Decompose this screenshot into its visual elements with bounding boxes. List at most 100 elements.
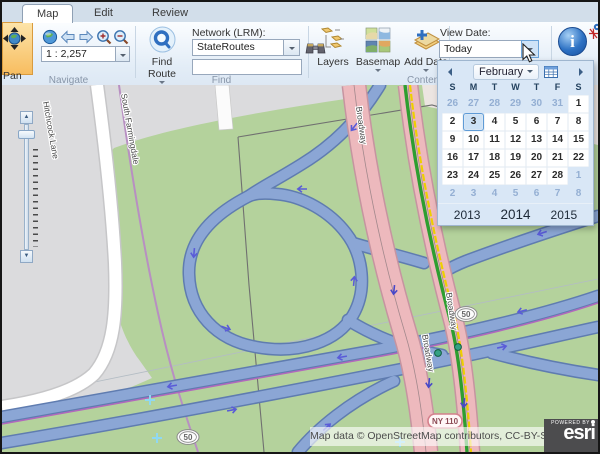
esri-logo: POWERED BY esri xyxy=(544,419,598,453)
calendar-day-cell[interactable]: 1 xyxy=(568,167,589,185)
calendar-day-cell[interactable]: 7 xyxy=(547,113,568,131)
calendar-day-cell[interactable]: 2 xyxy=(442,113,463,131)
calendar-day-cell[interactable]: 5 xyxy=(505,185,526,203)
map-attribution: Map data © OpenStreetMap contributors, C… xyxy=(310,427,544,446)
find-route-icon xyxy=(149,26,176,53)
calendar-month-dropdown[interactable]: February xyxy=(473,64,539,80)
calendar-day-cell[interactable]: 4 xyxy=(484,185,505,203)
mouse-cursor xyxy=(522,43,537,64)
svg-text:50: 50 xyxy=(184,433,193,442)
zoom-slider-handle[interactable] xyxy=(18,130,35,139)
route-value-input[interactable] xyxy=(192,59,302,75)
pan-button[interactable]: Pan xyxy=(2,22,33,75)
tab-map[interactable]: Map xyxy=(22,4,73,23)
calendar-day-cell[interactable]: 27 xyxy=(463,95,484,113)
esri-brand-text: esri xyxy=(544,424,595,442)
calendar-header: February xyxy=(438,61,593,82)
view-date-label: View Date: xyxy=(440,27,491,39)
calendar-next-month-icon[interactable] xyxy=(579,68,587,76)
calendar-day-cell[interactable]: 24 xyxy=(463,167,484,185)
calendar-day-cell[interactable]: 11 xyxy=(484,131,505,149)
calendar-day-cell[interactable]: 2 xyxy=(442,185,463,203)
add-data-icon xyxy=(411,27,441,53)
calendar-day-cell[interactable]: 31 xyxy=(547,95,568,113)
layers-icon xyxy=(320,27,346,53)
identify-tool-icon[interactable] xyxy=(588,23,600,41)
ny110-route-shield: NY 110 xyxy=(428,414,462,428)
calendar-day-cell[interactable]: 22 xyxy=(568,149,589,167)
network-lrm-label: Network (LRM): xyxy=(192,27,266,39)
tab-edit[interactable]: Edit xyxy=(80,4,127,22)
layers-button[interactable]: Layers xyxy=(312,27,354,81)
county-route-shield: 50 xyxy=(177,430,199,445)
calendar-year[interactable]: 2015 xyxy=(551,208,578,222)
calendar-day-cell[interactable]: 12 xyxy=(505,131,526,149)
calendar-day-cell[interactable]: 28 xyxy=(547,167,568,185)
calendar-year[interactable]: 2013 xyxy=(454,208,481,222)
view-date-input[interactable]: Today xyxy=(439,40,522,58)
calendar-day-cell[interactable]: 14 xyxy=(547,131,568,149)
calendar-day-cell[interactable]: 5 xyxy=(505,113,526,131)
event-editor-window: Map Edit Review Pan xyxy=(0,0,600,454)
zoom-slider-up-button[interactable]: ▲ xyxy=(20,111,33,124)
calendar-day-cell[interactable]: 4 xyxy=(484,113,505,131)
calendar-year[interactable]: 2014 xyxy=(500,207,530,222)
calendar-grid-icon[interactable] xyxy=(544,66,558,78)
find-route-button[interactable]: Find Route xyxy=(142,26,182,82)
view-date-calendar-popup: February S M T W T F S 26272829303112345… xyxy=(437,60,594,226)
calendar-day-cell[interactable]: 21 xyxy=(547,149,568,167)
scale-dropdown-button[interactable] xyxy=(115,46,130,62)
day-header: T xyxy=(484,82,505,95)
zoom-slider-track[interactable] xyxy=(24,124,29,250)
full-extent-globe-icon[interactable] xyxy=(42,29,58,45)
svg-text:NY 110: NY 110 xyxy=(432,417,459,426)
map-zoom-slider: ▲ ▼ xyxy=(18,111,40,263)
calendar-day-headers: S M T W T F S xyxy=(438,82,593,95)
calendar-prev-month-icon[interactable] xyxy=(444,68,452,76)
calendar-day-cell[interactable]: 16 xyxy=(442,149,463,167)
previous-extent-icon[interactable] xyxy=(60,29,76,45)
calendar-day-cell[interactable]: 6 xyxy=(526,113,547,131)
calendar-day-cell[interactable]: 19 xyxy=(505,149,526,167)
calendar-day-cell[interactable]: 6 xyxy=(526,185,547,203)
zoom-in-icon[interactable] xyxy=(96,29,112,45)
svg-text:50: 50 xyxy=(462,310,471,319)
calendar-day-cell[interactable]: 13 xyxy=(526,131,547,149)
scale-combobox[interactable]: 1 : 2,257 xyxy=(41,46,116,62)
next-extent-icon[interactable] xyxy=(78,29,94,45)
calendar-day-cell[interactable]: 8 xyxy=(568,185,589,203)
calendar-day-cell[interactable]: 27 xyxy=(526,167,547,185)
pan-icon xyxy=(3,27,26,50)
calendar-day-cell[interactable]: 8 xyxy=(568,113,589,131)
calendar-grid: 2627282930311234567891011121314151617181… xyxy=(438,95,593,203)
network-combobox[interactable]: StateRoutes xyxy=(192,39,284,56)
info-button[interactable]: i xyxy=(558,27,587,56)
zoom-out-icon[interactable] xyxy=(113,29,129,45)
day-header: F xyxy=(547,82,568,95)
calendar-day-cell[interactable]: 28 xyxy=(484,95,505,113)
day-header: T xyxy=(526,82,547,95)
calendar-day-cell[interactable]: 25 xyxy=(484,167,505,185)
calendar-day-cell[interactable]: 26 xyxy=(505,167,526,185)
calendar-day-cell[interactable]: 3 xyxy=(463,185,484,203)
zoom-slider-ticks xyxy=(33,149,38,247)
calendar-day-cell[interactable]: 23 xyxy=(442,167,463,185)
calendar-day-cell[interactable]: 20 xyxy=(526,149,547,167)
calendar-day-cell[interactable]: 3 xyxy=(463,113,484,131)
calendar-day-cell[interactable]: 18 xyxy=(484,149,505,167)
calendar-day-cell[interactable]: 10 xyxy=(463,131,484,149)
calendar-day-cell[interactable]: 29 xyxy=(505,95,526,113)
calendar-day-cell[interactable]: 7 xyxy=(547,185,568,203)
calendar-month-label: February xyxy=(479,66,523,78)
calendar-day-cell[interactable]: 9 xyxy=(442,131,463,149)
calendar-day-cell[interactable]: 17 xyxy=(463,149,484,167)
calendar-day-cell[interactable]: 15 xyxy=(568,131,589,149)
calendar-day-cell[interactable]: 30 xyxy=(526,95,547,113)
ribbon-tabbar: Map Edit Review xyxy=(2,2,598,22)
tab-review[interactable]: Review xyxy=(138,4,202,22)
calendar-day-cell[interactable]: 1 xyxy=(568,95,589,113)
basemap-label: Basemap xyxy=(355,56,401,68)
zoom-slider-down-button[interactable]: ▼ xyxy=(20,250,33,263)
network-dropdown-button[interactable] xyxy=(283,39,300,56)
calendar-day-cell[interactable]: 26 xyxy=(442,95,463,113)
